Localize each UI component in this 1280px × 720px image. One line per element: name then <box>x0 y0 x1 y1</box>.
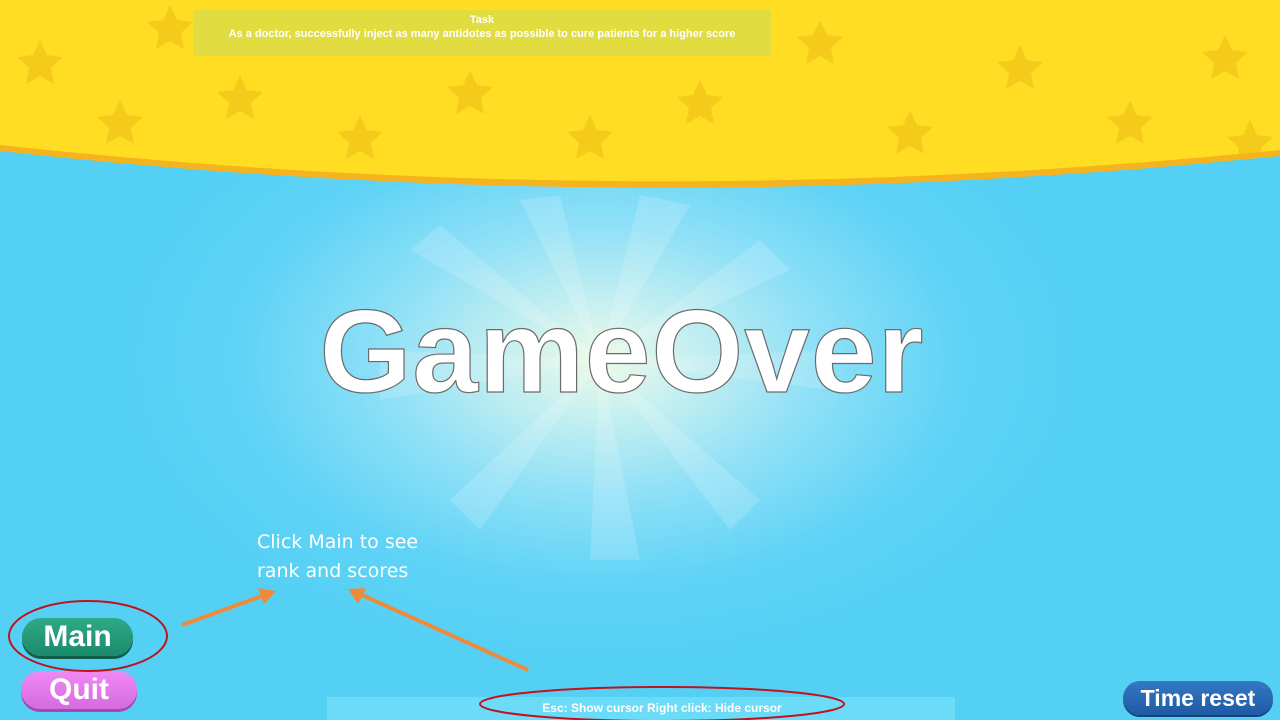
main-button[interactable]: Main <box>22 618 133 656</box>
controls-hint: Esc: Show cursor Right click: Hide curso… <box>542 701 782 715</box>
annotation-hint: Click Main to see rank and scores <box>257 528 477 586</box>
task-heading: Task <box>469 14 495 26</box>
game-screen: Task As a doctor, successfully inject as… <box>0 0 1280 720</box>
annotation-hint-line-1: Click Main to see <box>257 531 419 553</box>
annotation-hint-line-2: rank and scores <box>257 560 409 582</box>
task-panel: Task As a doctor, successfully inject as… <box>193 10 771 56</box>
game-over-title: GameOver <box>319 285 925 418</box>
task-description: As a doctor, successfully inject as many… <box>228 28 736 40</box>
quit-button[interactable]: Quit <box>21 671 137 709</box>
time-reset-button[interactable]: Time reset <box>1123 681 1273 715</box>
